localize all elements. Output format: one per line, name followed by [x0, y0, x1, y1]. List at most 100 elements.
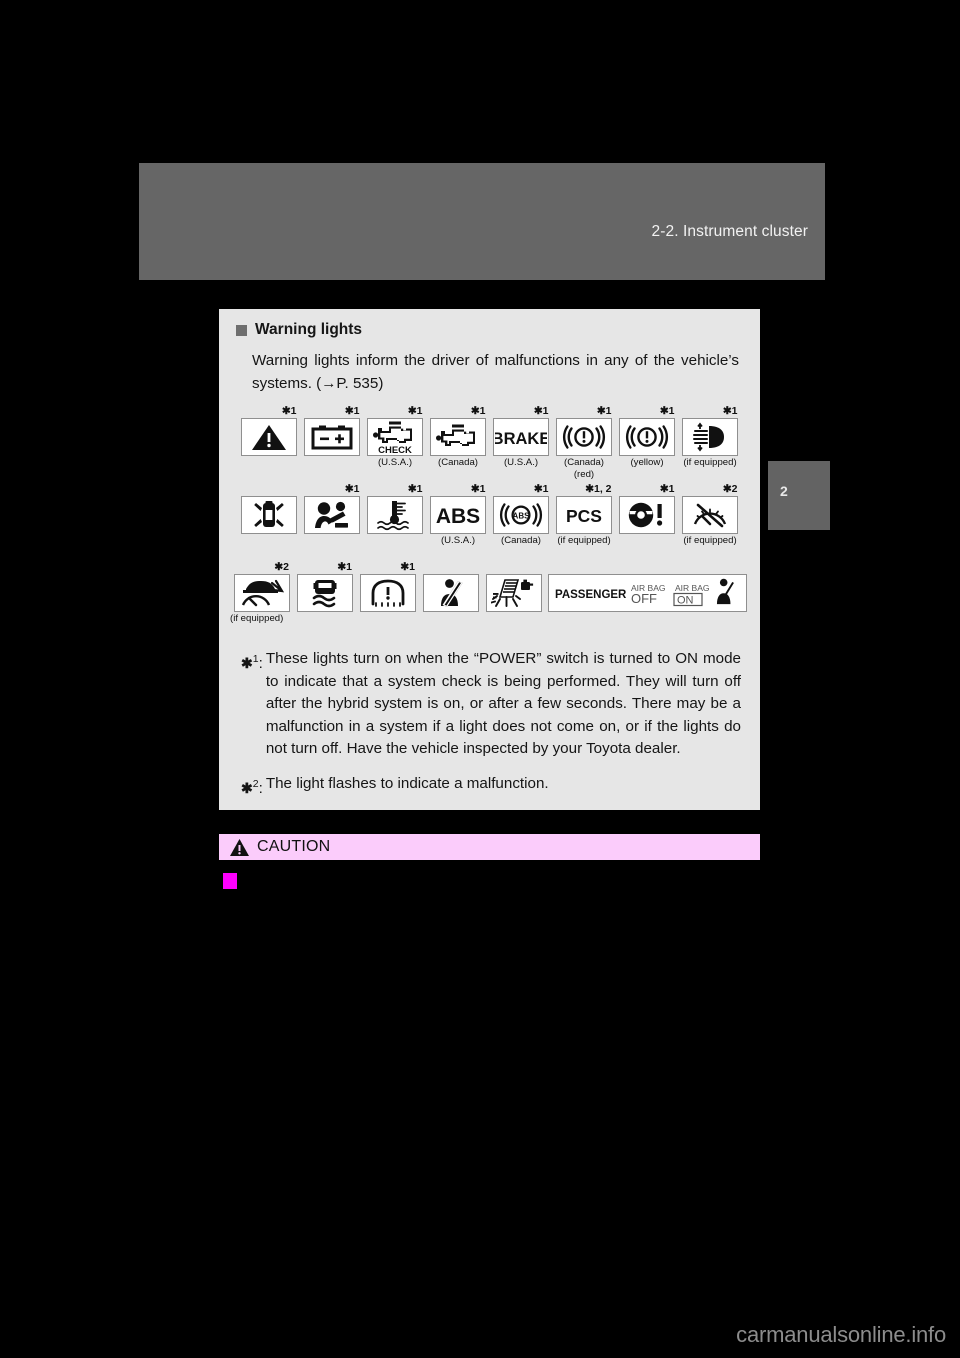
caution-bar: CAUTION — [219, 834, 760, 860]
icon-row-2: ✱︎1 ✱︎1 ✱︎1 ABS (U.S.A.) ✱︎1 ABS (Canada… — [219, 482, 760, 558]
icon-cell-battery: ✱︎1 — [303, 404, 362, 480]
icon-caption: (if equipped) — [557, 535, 611, 546]
lkas-steering-warning-icon — [619, 496, 675, 534]
abs-usa-icon: ABS — [430, 496, 486, 534]
icon-cell-brake-usa: ✱︎1 BRAKE (U.S.A.) — [492, 404, 551, 480]
footnote-marker: ✱︎1 — [533, 405, 549, 417]
footnote-marker: ✱︎1 — [470, 405, 486, 417]
page-title: 2-2. Instrument cluster — [651, 223, 808, 240]
icon-caption-2: (red) — [573, 469, 595, 480]
chapter-tab-number: 2 — [780, 483, 788, 499]
icon-caption: (if equipped) — [683, 535, 737, 546]
footnote-marker: ✱︎1 — [533, 483, 549, 495]
icon-cell-low-fuel — [484, 560, 543, 636]
footnote-marker: ✱︎1 — [470, 483, 486, 495]
footnote-marker: ✱︎1 — [281, 405, 297, 417]
footnote-text-1: These lights turn on when the “POWER” sw… — [265, 650, 741, 757]
master-warning-triangle-icon — [241, 418, 297, 456]
icon-caption: (Canada) — [501, 535, 541, 546]
engine-coolant-temp-icon — [367, 496, 423, 534]
footnote-colon: : — [258, 655, 263, 673]
square-bullet-icon — [236, 324, 247, 336]
pcs-warning-icon: PCS — [556, 496, 612, 534]
magenta-square-bullet-icon — [223, 873, 237, 889]
section-heading-label: Warning lights — [255, 321, 363, 338]
battery-charge-warning-icon — [304, 418, 360, 456]
abs-small-text: ABS — [513, 511, 531, 520]
icon-caption: (yellow) — [630, 457, 664, 468]
footnote-marker: ✱︎1 — [337, 561, 352, 573]
check-engine-canada-icon — [430, 418, 486, 456]
footnote-marker: ✱︎1 — [407, 405, 423, 417]
icon-cell-srs-airbag: ✱︎1 — [303, 482, 362, 558]
footnote-item-1: ✱︎1: These lights turn on when the “POWE… — [241, 648, 741, 761]
icon-caption: (U.S.A.) — [377, 457, 413, 468]
icon-cell-slip-indicator: ✱︎1 — [295, 560, 354, 636]
section-heading: Warning lights — [236, 321, 362, 339]
icon-cell-check-engine-canada: ✱︎1 (Canada) — [429, 404, 488, 480]
icon-cell-abs-usa: ✱︎1 ABS (U.S.A.) — [429, 482, 488, 558]
icon-cell-check-engine-usa: ✱︎1 CHECK (U.S.A.) — [366, 404, 425, 480]
chapter-tab: 2 — [768, 461, 830, 530]
headlight-auto-leveling-icon — [682, 418, 738, 456]
section-body-text: Warning lights inform the driver of malf… — [252, 352, 739, 392]
pcs-text: PCS — [566, 506, 602, 526]
footnote-marker: ✱︎1, 2 — [585, 483, 612, 495]
icon-cell-passenger-airbag: PASSENGER AIR BAG OFF AIR BAG ON — [547, 560, 747, 636]
electric-power-steering-icon — [241, 496, 297, 534]
abs-canada-icon: ABS — [493, 496, 549, 534]
brake-system-usa-icon: BRAKE — [493, 418, 549, 456]
footnote-marker-1: ✱︎1: — [241, 648, 266, 761]
airbag-on-text: ON — [677, 595, 694, 607]
passenger-text: PASSENGER — [555, 589, 627, 601]
warning-lights-panel: Warning lights Warning lights inform the… — [219, 309, 760, 810]
footnote-marker: ✱︎2 — [274, 561, 289, 573]
icon-cell-brake-yellow: ✱︎1 (yellow) — [618, 404, 677, 480]
page-header-band: 2-2. Instrument cluster — [139, 163, 825, 280]
dynamic-radar-cruise-malfunction-icon — [233, 574, 290, 612]
footnote-marker: ✱︎1 — [659, 405, 675, 417]
icon-cell-coolant-temp: ✱︎1 — [366, 482, 425, 558]
footnote-marker — [421, 560, 480, 574]
check-engine-text: CHECK — [378, 445, 412, 454]
footnote-list: ✱︎1: These lights turn on when the “POWE… — [241, 648, 741, 812]
low-fuel-level-icon — [485, 574, 542, 612]
footnote-marker: ✱︎1 — [400, 561, 415, 573]
icon-cell-abs-canada: ✱︎1 ABS (Canada) — [492, 482, 551, 558]
footnote-marker — [547, 560, 747, 574]
icon-cell-headlight-leveling: ✱︎1 (if equipped) — [681, 404, 740, 480]
icon-cell-lkas-steering: ✱︎1 — [618, 482, 677, 558]
footnote-marker: ✱︎1 — [407, 483, 423, 495]
footnote-marker — [240, 482, 299, 496]
footnote-item-2: ✱︎2: The light flashes to indicate a mal… — [241, 773, 741, 801]
icon-caption: (if equipped) — [230, 613, 284, 624]
icon-caption: (U.S.A.) — [503, 457, 539, 468]
slip-indicator-vsc-icon — [296, 574, 353, 612]
icon-cell-tire-pressure: ✱︎1 — [358, 560, 417, 636]
warning-lights-icon-grid: ✱︎1 ✱︎1 ✱︎1 CHECK (U.S.A.) ✱︎1 (Canada) … — [219, 404, 760, 638]
caution-label: CAUTION — [257, 838, 331, 855]
check-engine-usa-icon: CHECK — [367, 418, 423, 456]
airbag-off-text: OFF — [631, 591, 657, 606]
passenger-airbag-indicator-icon: PASSENGER AIR BAG OFF AIR BAG ON — [547, 574, 747, 612]
brake-system-canada-red-icon — [556, 418, 612, 456]
icon-caption: (if equipped) — [683, 457, 737, 468]
footnote-marker: ✱︎1 — [596, 405, 612, 417]
brake-system-yellow-icon — [619, 418, 675, 456]
icon-cell-brake-canada-red: ✱︎1 (Canada) (red) — [555, 404, 614, 480]
footnote-marker-2: ✱︎2: — [241, 773, 266, 801]
footnote-star-icon: ✱︎ — [241, 655, 253, 672]
icon-cell-radar-cruise-malfunction: ✱︎2 (if equipped) — [230, 560, 291, 636]
footnote-marker: ✱︎1 — [659, 483, 675, 495]
footnote-marker — [484, 560, 543, 574]
footnote-marker: ✱︎1 — [344, 483, 360, 495]
footnote-marker: ✱︎1 — [344, 405, 360, 417]
radar-cruise-control-icon — [682, 496, 738, 534]
icon-row-1: ✱︎1 ✱︎1 ✱︎1 CHECK (U.S.A.) ✱︎1 (Canada) … — [219, 404, 760, 480]
tire-pressure-warning-icon — [359, 574, 416, 612]
icon-caption: (U.S.A.) — [440, 535, 476, 546]
brake-text: BRAKE — [495, 430, 547, 448]
airbag-text-2: AIR BAG — [675, 583, 709, 593]
footnote-marker: ✱︎2 — [722, 483, 738, 495]
footnote-text-2: The light flashes to indicate a malfunct… — [265, 774, 549, 792]
